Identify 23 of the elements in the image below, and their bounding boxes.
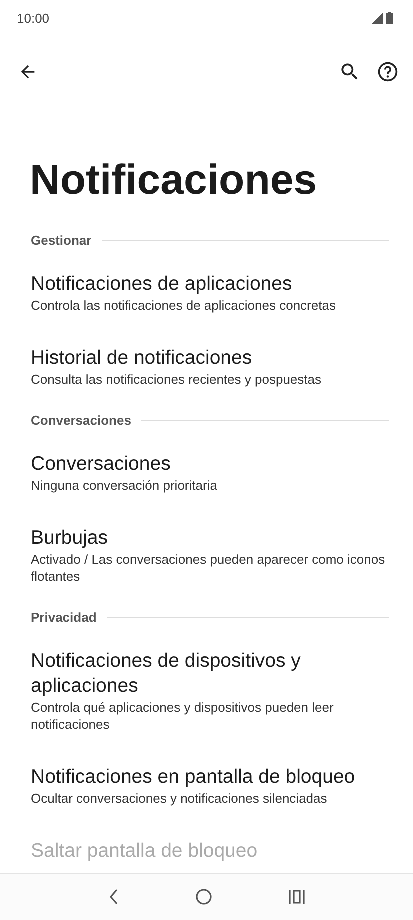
home-nav-icon[interactable] xyxy=(196,889,212,905)
item-title[interactable]: Notificaciones en pantalla de bloqueo xyxy=(31,765,389,790)
section-header: Privacidad xyxy=(31,610,97,624)
battery-icon xyxy=(386,12,393,24)
item-summary: Consulta las notificaciones recientes y pospuestas xyxy=(31,371,322,388)
item-title[interactable]: Notificaciones de dispositivos y aplicaciones xyxy=(31,649,389,699)
signal-icon xyxy=(372,12,383,24)
recents-nav-icon[interactable] xyxy=(288,890,304,904)
section-header: Conversaciones xyxy=(31,412,132,428)
page-title: Notificaciones xyxy=(29,155,318,205)
section-header: Gestionar xyxy=(31,232,92,248)
status-time: 10:00 xyxy=(17,10,50,26)
item-summary: Controla qué aplicaciones y dispositivos pueden leer notificaciones xyxy=(31,699,335,733)
item-title[interactable]: Conversaciones xyxy=(31,452,389,477)
back-nav-icon[interactable] xyxy=(108,889,118,905)
help-icon xyxy=(377,61,399,83)
item-title[interactable]: Notificaciones de aplicaciones xyxy=(31,272,389,297)
item-summary: Ninguna conversación prioritaria xyxy=(31,477,218,494)
item-summary: Controla las notificaciones de aplicaciones concretas xyxy=(31,297,337,314)
item-summary: Ocultar conversaciones y notificaciones silenciadas xyxy=(31,790,328,807)
item-title[interactable]: Historial de notificaciones xyxy=(31,346,389,371)
item-summary: Activado / Las conversaciones pueden aparecer como iconos flotantes xyxy=(31,551,386,585)
item-title[interactable]: Burbujas xyxy=(31,526,389,551)
